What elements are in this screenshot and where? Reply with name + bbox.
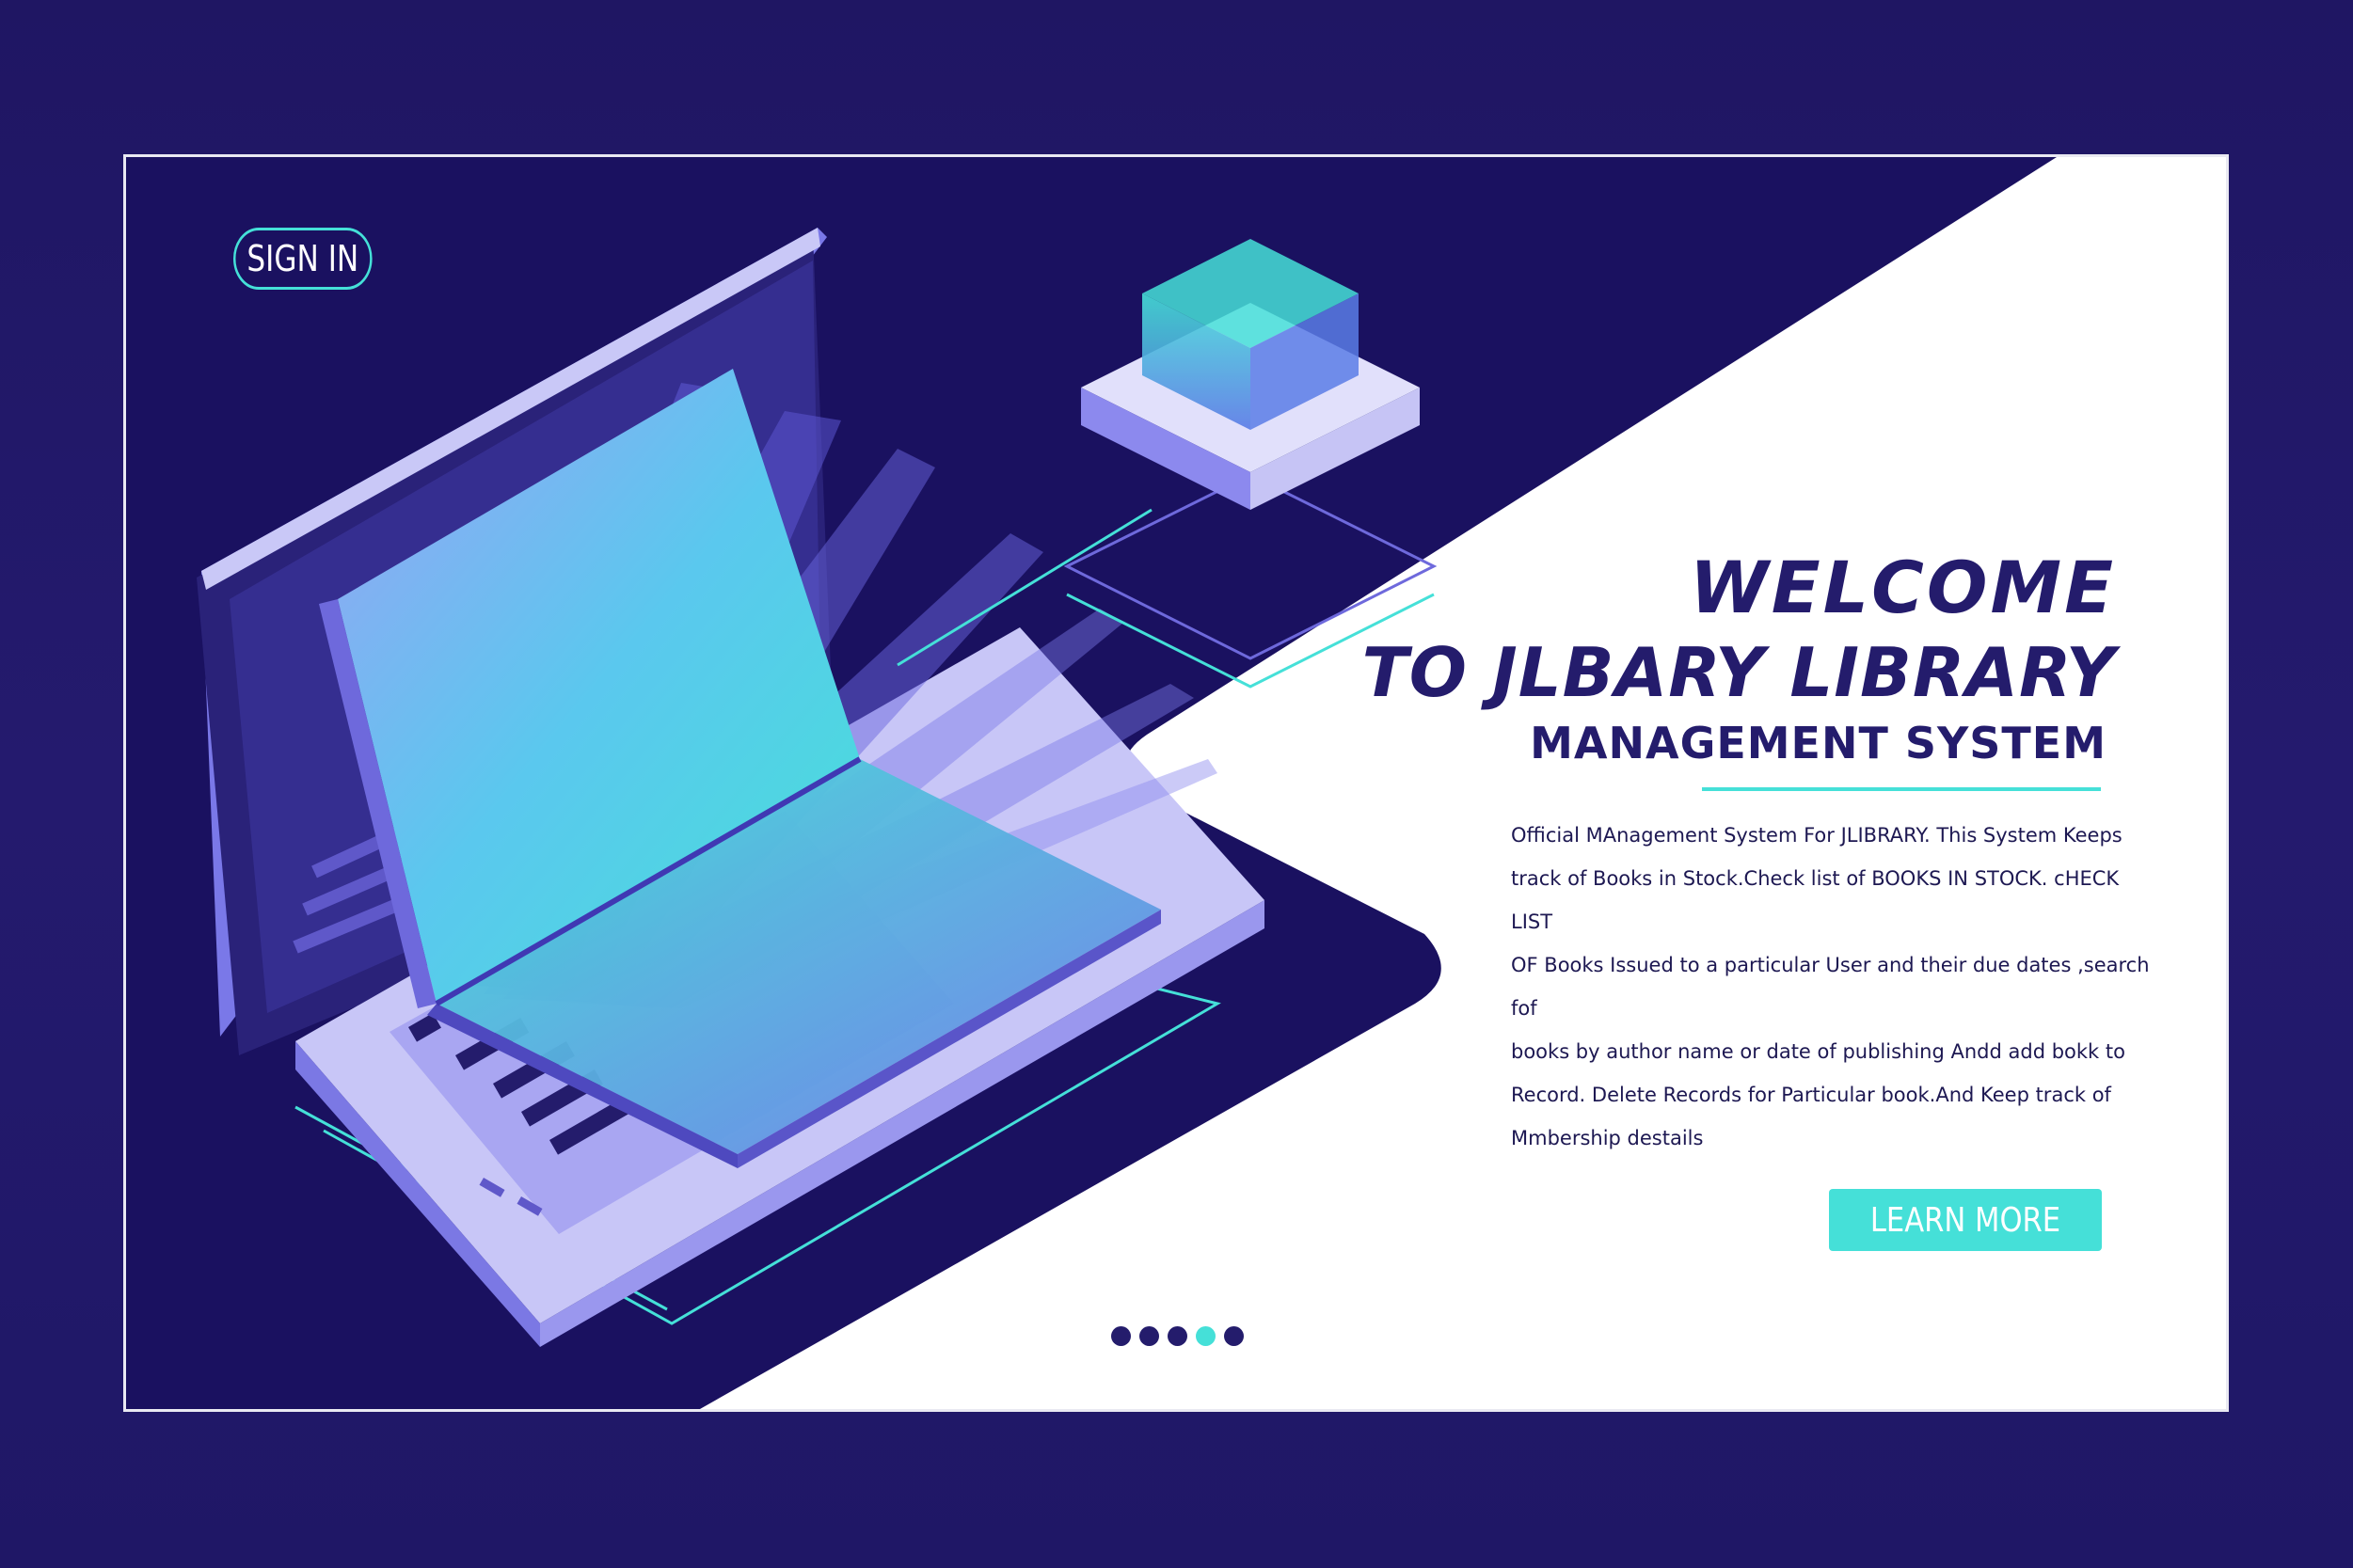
hero-title: WELCOME TO JLBARY LIBRARY MANAGEMENT SYS… bbox=[1362, 545, 2116, 772]
carousel-dot[interactable] bbox=[1196, 1326, 1216, 1346]
hero-title-line2: TO JLBARY LIBRARY bbox=[1361, 633, 2116, 712]
carousel-dot[interactable] bbox=[1168, 1326, 1187, 1346]
signin-button[interactable]: SIGN IN bbox=[233, 228, 373, 290]
carousel-dot[interactable] bbox=[1111, 1326, 1131, 1346]
carousel-dot[interactable] bbox=[1139, 1326, 1159, 1346]
carousel-indicators bbox=[1111, 1326, 1244, 1346]
page: SIGN IN WELCOME TO JLBARY LIBRARY MANAGE… bbox=[0, 0, 2353, 1568]
hero-banner: SIGN IN WELCOME TO JLBARY LIBRARY MANAGE… bbox=[123, 154, 2229, 1412]
hero-title-line3: MANAGEMENT SYSTEM bbox=[1530, 718, 2107, 768]
hero-title-line1: WELCOME bbox=[1689, 546, 2116, 629]
learn-more-button[interactable]: LEARN MORE bbox=[1829, 1189, 2102, 1251]
learn-more-label: LEARN MORE bbox=[1869, 1200, 2061, 1240]
title-underline bbox=[1702, 787, 2101, 791]
hero-description: Official MAnagement System For JLIBRARY.… bbox=[1511, 824, 2150, 1149]
carousel-dot[interactable] bbox=[1224, 1326, 1244, 1346]
laptop-open-book-illustration bbox=[197, 228, 1438, 1347]
